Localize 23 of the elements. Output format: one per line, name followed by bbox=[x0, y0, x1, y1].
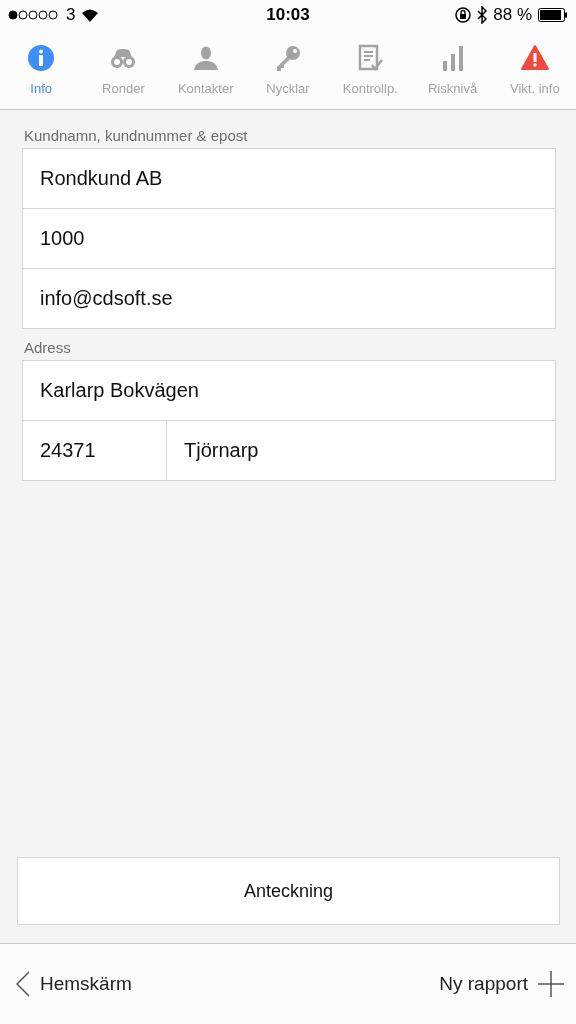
battery-percentage: 88 % bbox=[493, 5, 532, 25]
wifi-icon bbox=[81, 8, 100, 22]
battery-icon bbox=[538, 8, 568, 22]
note-button[interactable]: Anteckning bbox=[17, 857, 560, 925]
warning-icon bbox=[519, 43, 550, 73]
chevron-left-icon bbox=[16, 971, 30, 997]
clock: 10:03 bbox=[266, 5, 310, 25]
field-value[interactable]: Tjörnarp bbox=[167, 421, 555, 480]
carrier-label: 3 bbox=[66, 5, 76, 25]
field-value[interactable]: Rondkund AB bbox=[23, 149, 555, 208]
info-icon bbox=[26, 43, 57, 73]
new-report-button[interactable]: Ny rapport bbox=[439, 971, 564, 997]
bluetooth-icon bbox=[477, 6, 488, 24]
field-value[interactable]: Karlarp Bokvägen bbox=[23, 361, 555, 420]
section-label: Kundnamn, kundnummer & epost bbox=[24, 127, 249, 144]
rotation-lock-icon bbox=[455, 7, 472, 23]
plus-icon bbox=[538, 971, 564, 997]
signal-dots-icon bbox=[8, 10, 60, 20]
field-value[interactable]: 24371 bbox=[23, 421, 167, 480]
field-value[interactable]: info@cdsoft.se bbox=[23, 269, 555, 328]
field-value[interactable]: 1000 bbox=[23, 209, 555, 268]
section-label: Adress bbox=[24, 339, 72, 356]
back-button[interactable]: Hemskärm bbox=[16, 971, 132, 997]
